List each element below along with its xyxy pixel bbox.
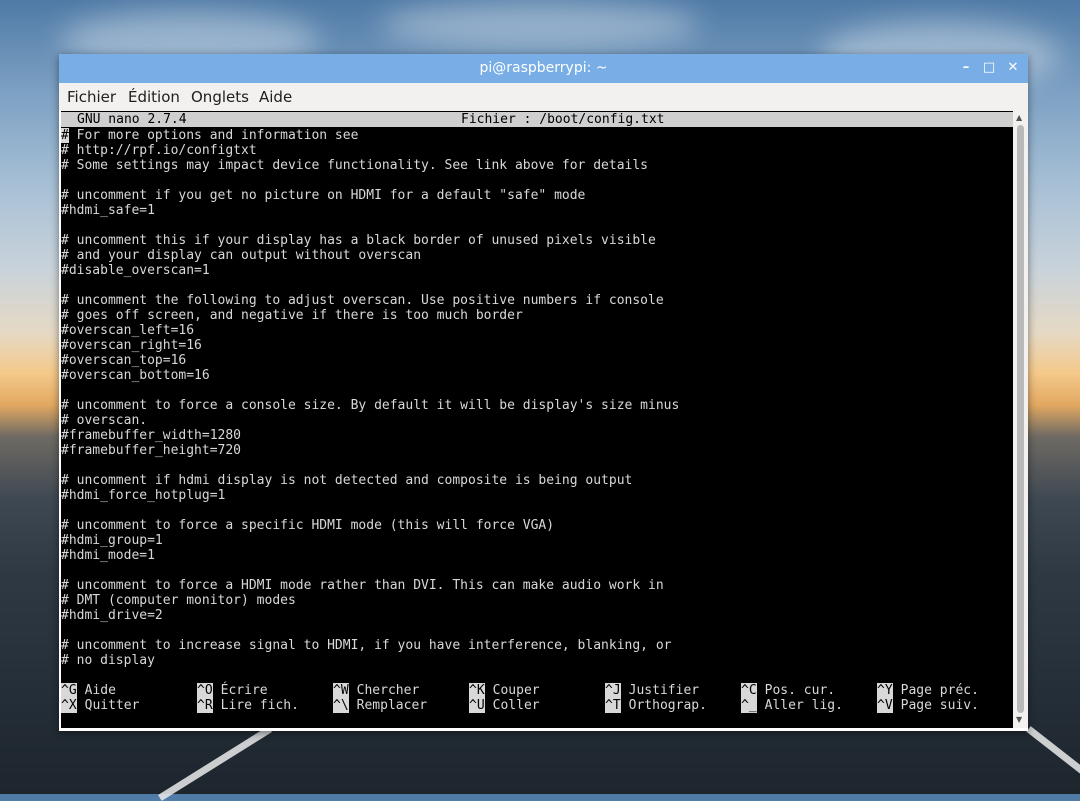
shortcut-key: ^V	[877, 698, 893, 713]
shortcut-label: Écrire	[220, 683, 268, 698]
shortcut-key: ^J	[605, 683, 621, 698]
file-line: # For more options and information see	[61, 128, 359, 143]
shortcut-key: ^U	[469, 698, 485, 713]
shortcut-key: ^_	[741, 698, 757, 713]
file-line: # uncomment the following to adjust over…	[61, 293, 664, 308]
shortcut-item: ^Y Page préc.	[877, 683, 979, 698]
scrollbar[interactable]: ▲ ▼	[1013, 111, 1028, 728]
file-line: #hdmi_safe=1	[61, 203, 155, 218]
file-line: #framebuffer_width=1280	[61, 428, 242, 443]
shortcut-item: ^R Lire fich.	[197, 698, 299, 713]
nano-filename: Fichier : /boot/config.txt	[461, 112, 665, 127]
shortcut-label: Coller	[492, 698, 540, 713]
menu-aide[interactable]: Aide	[259, 88, 292, 106]
file-line: # no display	[61, 653, 155, 668]
shortcut-item: ^C Pos. cur.	[741, 683, 835, 698]
menubar: Fichier Édition Onglets Aide	[59, 83, 1028, 111]
shortcut-label: Chercher	[356, 683, 420, 698]
shortcut-item: ^W Chercher	[333, 683, 419, 698]
text-cursor: #	[61, 128, 69, 143]
nano-version: GNU nano 2.7.4	[77, 112, 187, 127]
file-line: #hdmi_force_hotplug=1	[61, 488, 226, 503]
file-line: # uncomment if hdmi display is not detec…	[61, 473, 633, 488]
shortcut-item: ^_ Aller lig.	[741, 698, 843, 713]
file-line: #disable_overscan=1	[61, 263, 210, 278]
scroll-up-icon[interactable]: ▲	[1016, 113, 1022, 122]
file-line: # goes off screen, and negative if there…	[61, 308, 523, 323]
shortcut-item: ^X Quitter	[61, 698, 139, 713]
shortcut-item: ^K Couper	[469, 683, 540, 698]
scrollbar-thumb[interactable]	[1017, 125, 1024, 713]
shortcut-label: Quitter	[84, 698, 140, 713]
file-line: # uncomment to force a specific HDMI mod…	[61, 518, 555, 533]
file-line: # Some settings may impact device functi…	[61, 158, 648, 173]
shortcut-item: ^J Justifier	[605, 683, 699, 698]
file-line: #hdmi_drive=2	[61, 608, 163, 623]
shortcut-label: Lire fich.	[220, 698, 299, 713]
nano-header: GNU nano 2.7.4 Fichier : /boot/config.tx…	[61, 112, 1013, 127]
file-line: # DMT (computer monitor) modes	[61, 593, 296, 608]
shortcut-key: ^G	[61, 683, 77, 698]
shortcut-label: Couper	[492, 683, 540, 698]
shortcut-key: ^T	[605, 698, 621, 713]
file-line: # overscan.	[61, 413, 148, 428]
file-line: # uncomment this if your display has a b…	[61, 233, 656, 248]
shortcut-key: ^X	[61, 698, 77, 713]
file-line: #hdmi_mode=1	[61, 548, 155, 563]
window-titlebar[interactable]: pi@raspberrypi: ~ – □ ✕	[59, 54, 1028, 83]
shortcut-label: Orthograp.	[628, 698, 707, 713]
shortcut-label: Justifier	[628, 683, 700, 698]
maximize-icon[interactable]: □	[981, 60, 997, 76]
shortcut-label: Pos. cur.	[764, 683, 836, 698]
shortcut-item: ^U Coller	[469, 698, 540, 713]
file-line: #overscan_left=16	[61, 323, 195, 338]
file-line: #overscan_bottom=16	[61, 368, 210, 383]
shortcut-item: ^T Orthograp.	[605, 698, 707, 713]
shortcut-label: Page préc.	[900, 683, 979, 698]
file-line: #overscan_top=16	[61, 353, 187, 368]
minimize-icon[interactable]: –	[958, 60, 974, 76]
menu-edition[interactable]: Édition	[128, 88, 180, 106]
shortcut-item: ^G Aide	[61, 683, 116, 698]
menu-fichier[interactable]: Fichier	[67, 88, 116, 106]
shortcut-key: ^Y	[877, 683, 893, 698]
file-line: # uncomment to force a console size. By …	[61, 398, 680, 413]
file-line: # uncomment to force a HDMI mode rather …	[61, 578, 664, 593]
file-line: # http://rpf.io/configtxt	[61, 143, 257, 158]
shortcut-label: Remplacer	[356, 698, 428, 713]
file-line: # uncomment if you get no picture on HDM…	[61, 188, 586, 203]
terminal-area[interactable]: GNU nano 2.7.4 Fichier : /boot/config.tx…	[61, 111, 1013, 728]
file-line: #overscan_right=16	[61, 338, 202, 353]
file-line: # and your display can output without ov…	[61, 248, 422, 263]
shortcut-key: ^K	[469, 683, 485, 698]
scroll-down-icon[interactable]: ▼	[1016, 715, 1022, 724]
shortcut-key: ^W	[333, 683, 349, 698]
shortcut-key: ^\	[333, 698, 349, 713]
close-icon[interactable]: ✕	[1005, 60, 1021, 76]
file-line: #framebuffer_height=720	[61, 443, 242, 458]
menu-onglets[interactable]: Onglets	[191, 88, 249, 106]
shortcut-item: ^\ Remplacer	[333, 698, 427, 713]
shortcut-label: Aide	[84, 683, 116, 698]
shortcut-key: ^C	[741, 683, 757, 698]
shortcut-key: ^R	[197, 698, 213, 713]
window-title: pi@raspberrypi: ~	[479, 60, 608, 76]
shortcut-label: Page suiv.	[900, 698, 979, 713]
file-line: #hdmi_group=1	[61, 533, 163, 548]
terminal-window: pi@raspberrypi: ~ – □ ✕ Fichier Édition …	[59, 54, 1028, 731]
shortcut-item: ^V Page suiv.	[877, 698, 979, 713]
shortcut-label: Aller lig.	[764, 698, 843, 713]
shortcut-item: ^O Écrire	[197, 683, 268, 698]
file-line: # uncomment to increase signal to HDMI, …	[61, 638, 672, 653]
shortcut-key: ^O	[197, 683, 213, 698]
